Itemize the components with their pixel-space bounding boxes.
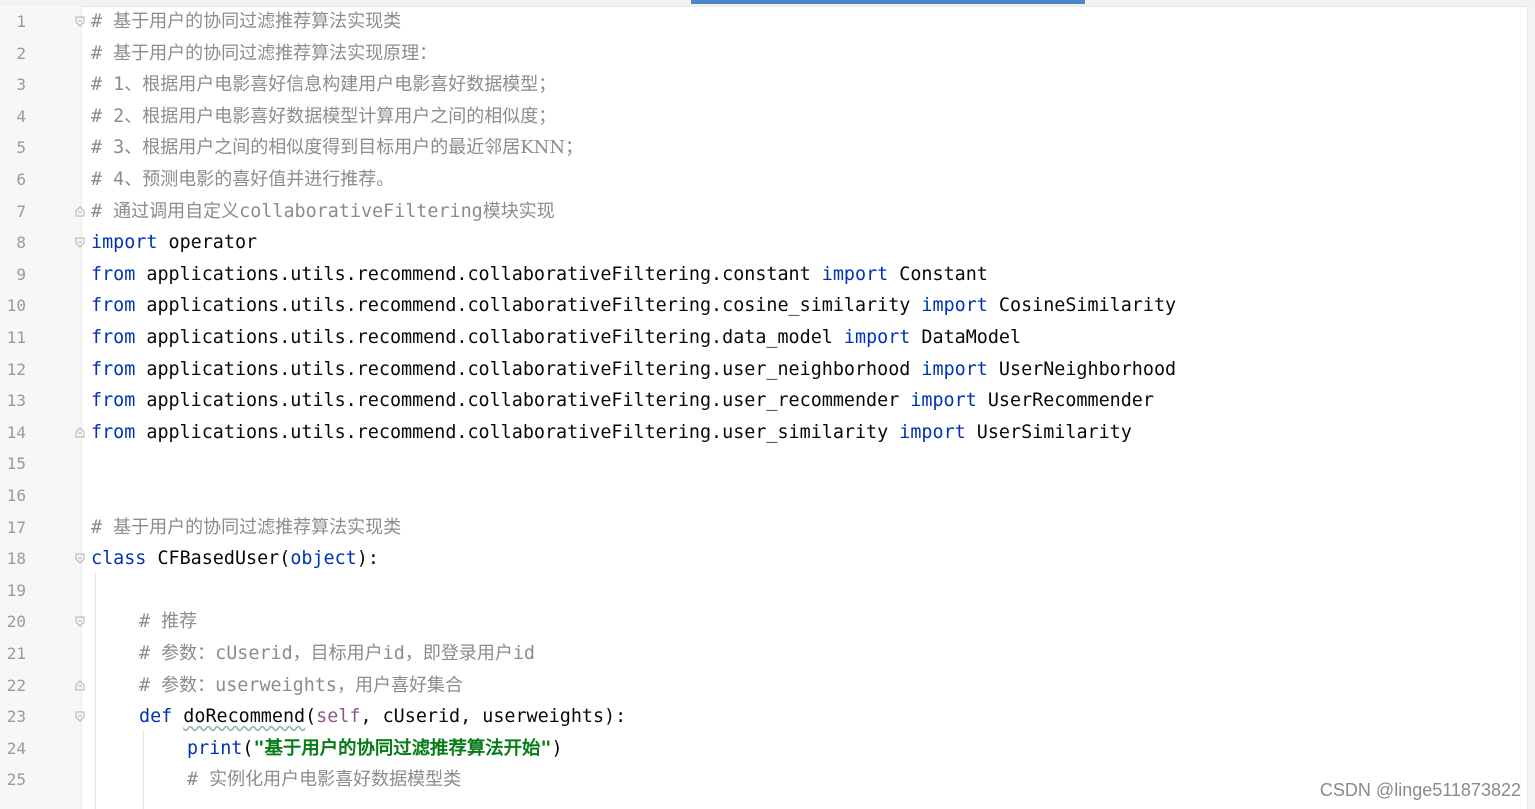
code-line[interactable]: 17 # 基于用户的协同过滤推荐算法实现类 [0, 512, 1527, 543]
fold-end-icon[interactable] [75, 427, 85, 438]
line-number: 15 [6, 454, 26, 474]
import-statement: from applications.utils.recommend.collab… [91, 421, 1132, 443]
code-line[interactable]: 25 # 实例化用户电影喜好数据模型类 [0, 764, 1527, 795]
comment: # 基于用户的协同过滤推荐算法实现类 [91, 11, 402, 32]
line-number: 24 [6, 738, 26, 758]
fold-start-icon[interactable] [75, 237, 85, 248]
code-line[interactable]: 19 [0, 575, 1527, 606]
comment: # 参数：userweights，用户喜好集合 [139, 674, 463, 696]
line-number: 21 [6, 644, 26, 663]
line-number: 20 [6, 612, 26, 632]
comment: # 基于用户的协同过滤推荐算法实现类 [91, 516, 402, 538]
watermark: CSDN @linge511873822 [1319, 780, 1521, 800]
code-line[interactable]: 3 # 1、根据用户电影喜好信息构建用户电影喜好数据模型； [0, 69, 1527, 100]
code-line[interactable]: 14 from applications.utils.recommend.col… [0, 417, 1527, 448]
code-line[interactable]: 11 from applications.utils.recommend.col… [0, 322, 1527, 353]
vertical-scrollbar[interactable] [1527, 6, 1535, 809]
code-line[interactable]: 2 # 基于用户的协同过滤推荐算法实现原理： [0, 38, 1527, 69]
line-number: 25 [6, 770, 26, 790]
line-number: 1 [16, 12, 26, 31]
line-number: 8 [16, 233, 26, 253]
line-number: 22 [6, 675, 26, 695]
comment: # 推荐 [139, 611, 198, 633]
method-definition: def doRecommend(self, cUserid, userweigh… [139, 706, 627, 728]
import-statement: from applications.utils.recommend.collab… [91, 295, 1177, 317]
code-line[interactable]: 12 from applications.utils.recommend.col… [0, 354, 1527, 385]
code-line[interactable]: 8 import operator [0, 227, 1527, 258]
line-number: 4 [16, 106, 26, 126]
line-number: 9 [16, 264, 26, 284]
line-number: 13 [6, 391, 26, 411]
fold-start-icon[interactable] [75, 711, 85, 722]
fold-start-icon[interactable] [75, 616, 85, 628]
import-statement: from applications.utils.recommend.collab… [91, 358, 1177, 380]
comment: # 2、根据用户电影喜好数据模型计算用户之间的相似度； [91, 105, 557, 127]
fold-end-icon[interactable] [75, 679, 85, 691]
import-statement: from applications.utils.recommend.collab… [91, 327, 1022, 348]
line-number: 19 [6, 580, 26, 600]
line-number: 2 [16, 43, 26, 63]
line-number: 7 [16, 201, 26, 221]
import-statement: from applications.utils.recommend.collab… [91, 390, 1154, 412]
code-line[interactable]: 23 def doRecommend(self, cUserid, userwe… [0, 701, 1527, 732]
line-number: 17 [6, 517, 26, 537]
code-line[interactable]: 5 # 3、根据用户之间的相似度得到目标用户的最近邻居KNN； [0, 132, 1527, 163]
import-statement: from applications.utils.recommend.collab… [91, 263, 988, 285]
line-number: 23 [6, 707, 26, 727]
code-line[interactable]: 15 [0, 448, 1527, 479]
comment: # 通过调用自定义collaborativeFiltering模块实现 [91, 200, 555, 222]
code-line[interactable]: 22 # 参数：userweights，用户喜好集合 [0, 670, 1527, 701]
code-line[interactable]: 6 # 4、预测电影的喜好值并进行推荐。 [0, 164, 1527, 195]
code-line[interactable]: 21 # 参数：cUserid，目标用户id，即登录用户id [0, 638, 1527, 669]
line-number: 6 [16, 170, 26, 189]
comment: # 3、根据用户之间的相似度得到目标用户的最近邻居KNN； [91, 137, 584, 159]
line-number: 12 [6, 359, 26, 379]
code-line[interactable]: 1 # 基于用户的协同过滤推荐算法实现类 [0, 6, 1527, 37]
line-number: 11 [6, 328, 26, 347]
code-line[interactable]: 20 # 推荐 [0, 606, 1527, 637]
import-statement: import operator [91, 232, 258, 254]
code-line[interactable]: 10 from applications.utils.recommend.col… [0, 290, 1527, 321]
code-line[interactable]: 18 class CFBasedUser(object): [0, 543, 1527, 574]
line-number: 18 [6, 549, 26, 569]
line-number: 10 [6, 296, 26, 316]
fold-start-icon[interactable] [75, 553, 85, 564]
line-number: 16 [6, 486, 26, 505]
code-editor[interactable]: 1 # 基于用户的协同过滤推荐算法实现类 2 # 基于用户的协同过滤推荐算法实现… [0, 0, 1535, 809]
code-line[interactable]: 13 from applications.utils.recommend.col… [0, 385, 1527, 416]
comment: # 实例化用户电影喜好数据模型类 [187, 769, 462, 791]
comment: # 基于用户的协同过滤推荐算法实现原理： [91, 42, 438, 64]
fold-start-icon[interactable] [75, 16, 85, 27]
code-line[interactable]: 9 from applications.utils.recommend.coll… [0, 259, 1527, 290]
comment: # 1、根据用户电影喜好信息构建用户电影喜好数据模型； [91, 74, 557, 96]
code-line[interactable]: 4 # 2、根据用户电影喜好数据模型计算用户之间的相似度； [0, 101, 1527, 132]
fold-end-icon[interactable] [75, 205, 85, 217]
code-line[interactable]: 7 # 通过调用自定义collaborativeFiltering模块实现 [0, 196, 1527, 227]
line-number: 3 [16, 75, 26, 95]
function-name[interactable]: doRecommend [183, 706, 305, 727]
print-call: print("基于用户的协同过滤推荐算法开始") [187, 737, 563, 759]
code-line[interactable]: 24 print("基于用户的协同过滤推荐算法开始") [0, 733, 1527, 764]
comment: # 参数：cUserid，目标用户id，即登录用户id [139, 643, 535, 664]
class-definition: class CFBasedUser(object): [91, 548, 379, 570]
horizontal-scroll-thumb[interactable] [691, 0, 1085, 4]
code-line[interactable]: 16 [0, 480, 1527, 511]
line-number: 14 [6, 422, 26, 442]
line-number: 5 [16, 138, 26, 158]
comment: # 4、预测电影的喜好值并进行推荐。 [91, 169, 395, 190]
